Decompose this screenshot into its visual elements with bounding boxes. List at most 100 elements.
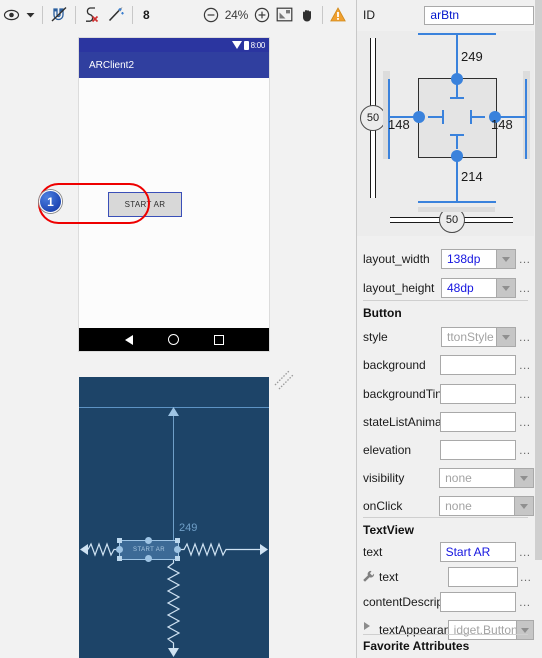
infer-constraints-icon[interactable] [104,4,128,26]
constraint-dot-bottom[interactable] [451,150,463,162]
app-bar: ARClient2 [79,52,269,78]
text-more-button[interactable]: … [516,546,534,558]
blueprint-view[interactable]: 249 START AR [79,377,269,658]
device-status-bar: 8:00 [79,38,269,52]
zoom-out-button[interactable] [200,4,222,26]
bp-anchor-bottom[interactable] [145,555,152,562]
clear-constraints-icon[interactable] [80,4,104,26]
attributes-panel[interactable]: ID arBtn 2 50 50 [356,0,542,658]
blueprint-app-bar [79,377,269,408]
content-description-more-button[interactable]: … [516,596,534,608]
inner-tick-right-bar [470,110,472,124]
inner-tick-top-bar [450,97,464,99]
bp-handle-br[interactable] [175,556,180,561]
style-dropdown-icon[interactable] [497,327,516,347]
margin-top-value[interactable]: 249 [461,49,483,64]
background-tint-input[interactable] [439,384,517,404]
recents-square-icon[interactable] [213,334,224,345]
text-input[interactable]: Start AR [439,542,517,562]
bp-handle-tr[interactable] [175,538,180,543]
text-resource-input[interactable] [448,567,519,587]
row-background: background … [357,351,534,379]
inner-tick-right [470,116,485,118]
row-onclick: onClick none [357,492,534,520]
layout-height-input[interactable]: 48dp [441,278,497,298]
eye-icon[interactable] [0,4,23,26]
pan-hand-icon[interactable] [296,4,318,26]
text-resource-more-button[interactable]: … [518,571,534,583]
constraint-widget[interactable]: 50 50 249 148 148 214 [357,31,534,236]
design-toolbar: 8 24% [0,0,355,30]
inner-tick-bottom-bar [450,134,464,136]
constraint-dot-left[interactable] [413,111,425,123]
blueprint-bottom-spring-icon [166,557,181,657]
margin-right-value[interactable]: 148 [491,117,513,132]
back-triangle-icon[interactable] [124,334,133,345]
row-visibility: visibility none [357,464,534,492]
start-ar-button-design[interactable]: START AR [108,192,182,217]
background-input[interactable] [439,355,517,375]
inner-tick-left-bar [442,110,444,124]
elevation-more-button[interactable]: … [516,444,534,456]
divider-favorites [363,634,528,635]
fit-to-screen-icon[interactable] [273,4,296,26]
elevation-label: elevation [363,443,412,457]
device-preview[interactable]: 8:00 ARClient2 START AR [79,38,269,351]
background-label: background [363,358,426,372]
onclick-dropdown-icon[interactable] [515,496,534,516]
layout-width-input[interactable]: 138dp [441,249,497,269]
margin-left-value[interactable]: 148 [388,117,410,132]
inner-tick-top [456,84,458,98]
default-margin-value[interactable]: 8 [137,8,156,22]
onclick-input[interactable]: none [439,496,516,516]
layout-width-dropdown-icon[interactable] [497,249,516,269]
content-description-input[interactable] [439,592,517,612]
design-canvas[interactable]: 8:00 ARClient2 START AR 1 249 START AR [0,29,355,658]
chevron-down-icon[interactable] [23,4,38,26]
state-list-animator-input[interactable] [439,412,517,432]
layout-height-label: layout_height [363,281,435,295]
elevation-input[interactable] [439,440,517,460]
layout-width-more-button[interactable]: … [516,253,534,265]
battery-icon [243,40,249,50]
row-elevation: elevation … [357,436,534,464]
divider-textview [363,517,528,518]
layout-height-more-button[interactable]: … [516,282,534,294]
section-header-textview: TextView [363,523,414,537]
bp-anchor-top[interactable] [145,537,152,544]
row-layout-width: layout_width 138dp … [357,245,534,273]
home-circle-icon[interactable] [167,334,179,345]
bottom-gutter [418,207,495,212]
bp-anchor-right[interactable] [174,546,181,553]
state-list-animator-more-button[interactable]: … [516,416,534,428]
margin-bottom-value[interactable]: 214 [461,169,483,184]
panel-scrollbar-thumb[interactable] [535,0,542,560]
pane-resize-grip[interactable] [274,369,296,391]
id-input[interactable]: arBtn [424,5,534,25]
style-more-button[interactable]: … [516,331,534,343]
id-row: ID arBtn [357,0,534,30]
layout-height-dropdown-icon[interactable] [497,278,516,298]
zoom-in-button[interactable] [251,4,273,26]
zoom-level-label: 24% [224,7,249,22]
constraint-dot-top[interactable] [451,73,463,85]
bp-handle-tl[interactable] [117,538,122,543]
row-text: text Start AR … [357,538,534,566]
background-more-button[interactable]: … [516,359,534,371]
warning-triangle-icon[interactable] [327,4,349,26]
style-input[interactable]: ttonStyle [441,327,497,347]
status-time: 8:00 [250,40,266,50]
section-header-favorite-attributes: Favorite Attributes [363,639,470,653]
visibility-dropdown-icon[interactable] [515,468,534,488]
background-tint-more-button[interactable]: … [516,388,534,400]
bp-handle-bl[interactable] [117,556,122,561]
panel-scrollbar[interactable] [534,0,542,658]
visibility-input[interactable]: none [439,468,516,488]
divider-button [363,300,528,301]
autoconnect-magnet-icon[interactable] [47,4,71,26]
row-text-resource: text … [357,563,534,591]
text-appearance-expander-icon[interactable] [364,622,370,630]
row-layout-height: layout_height 48dp … [357,274,534,302]
bp-anchor-left[interactable] [116,546,123,553]
device-body[interactable]: START AR [79,78,269,328]
